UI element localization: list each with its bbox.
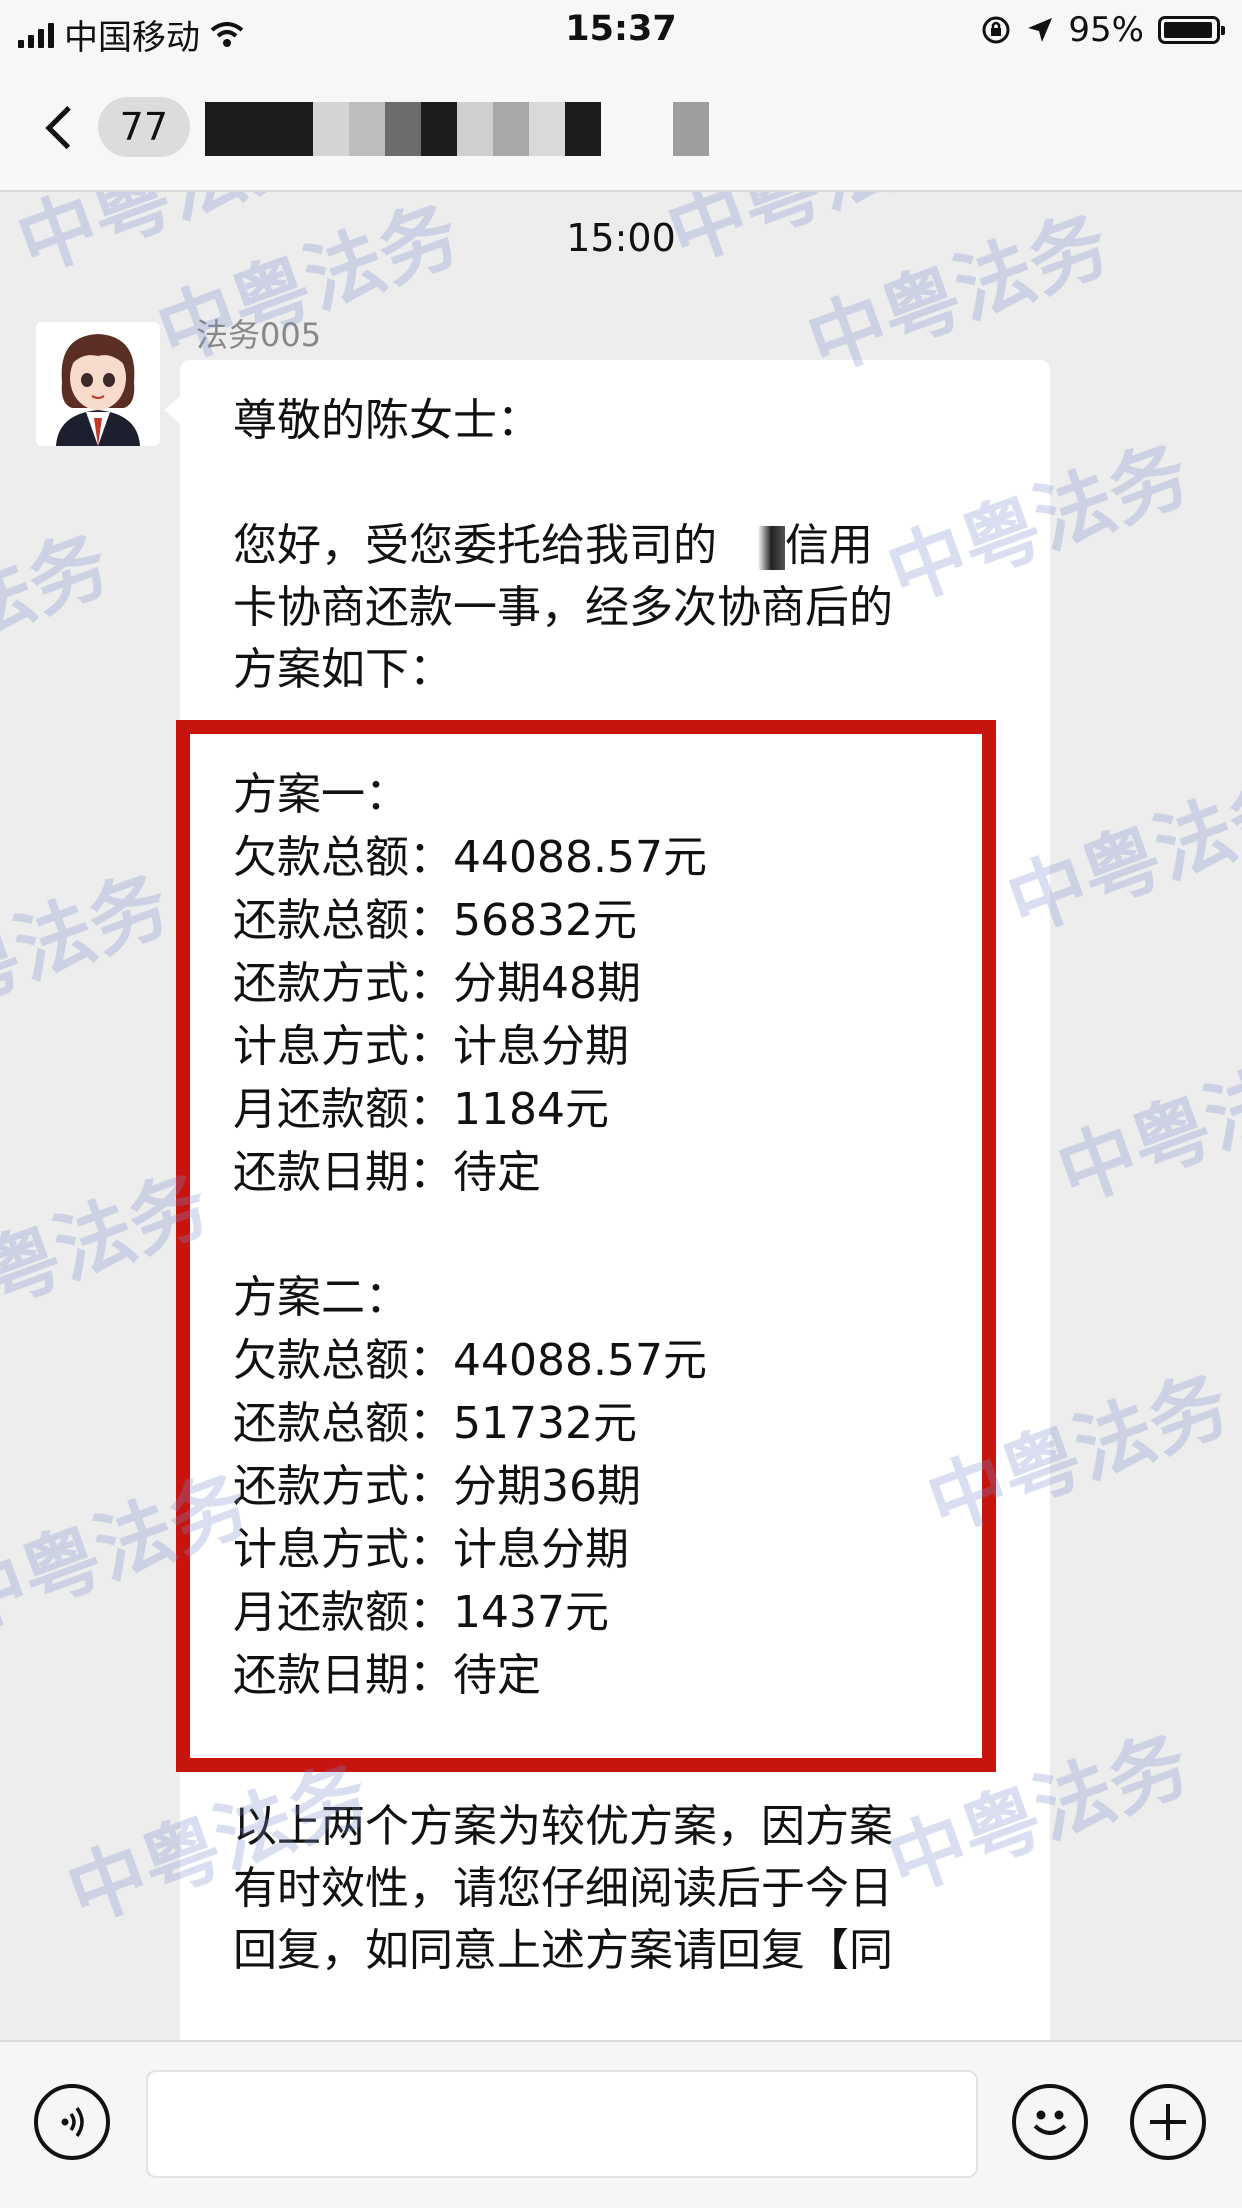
- intro-line-1-text: 您好，受您委托给我司的: [233, 520, 717, 571]
- watermark: 中粤法务: [0, 858, 181, 1051]
- rotation-lock-icon: [982, 16, 1010, 44]
- location-arrow-icon: [1028, 18, 1053, 42]
- wechat-chat-screen: 中国移动 15:37 95% 77 15:00 法务005 尊敬的陈女士： 您好…: [0, 0, 1242, 2208]
- message-input[interactable]: [146, 2070, 978, 2178]
- chevron-left-icon: [45, 105, 89, 149]
- more-actions-button[interactable]: [1130, 2084, 1206, 2160]
- battery-percent: 95%: [1068, 10, 1144, 50]
- nav-bar: 77: [0, 62, 1242, 192]
- closing-line-3: 回复，如同意上述方案请回复【同: [233, 1925, 893, 1976]
- unread-count-badge: 77: [97, 97, 190, 157]
- battery-icon: [1158, 16, 1225, 44]
- intro-line-1-end: 信用: [785, 520, 873, 571]
- greeting-line: 尊敬的陈女士：: [233, 395, 541, 446]
- message-timestamp: 15:00: [566, 216, 676, 260]
- battery-fill: [1164, 22, 1212, 38]
- redacted-bank-name: [717, 526, 785, 570]
- chat-messages-area[interactable]: 15:00 法务005 尊敬的陈女士： 您好，受您委托给我司的 信用 卡协商还款一…: [0, 192, 1242, 2040]
- voice-icon: [61, 2106, 84, 2138]
- closing-line-2: 有时效性，请您仔细阅读后于今日: [233, 1863, 893, 1914]
- watermark: 中粤法务: [1046, 1028, 1242, 1221]
- status-bar: 中国移动 15:37 95%: [0, 0, 1242, 62]
- sender-name: 法务005: [196, 316, 322, 354]
- avatar-illustration: [36, 322, 160, 446]
- intro-line-3: 方案如下：: [233, 644, 453, 695]
- emoji-button[interactable]: [1012, 2084, 1088, 2160]
- emoji-icon: [1033, 2110, 1067, 2135]
- chat-title-redacted: [205, 102, 709, 156]
- back-button[interactable]: 77: [40, 92, 190, 162]
- input-bar: [0, 2040, 1242, 2208]
- sender-avatar[interactable]: [36, 322, 160, 446]
- closing-line-1: 以上两个方案为较优方案，因方案: [233, 1801, 893, 1852]
- intro-line-2: 卡协商还款一事，经多次协商后的: [233, 582, 893, 633]
- status-right: 95%: [980, 10, 1225, 50]
- watermark: 中粤法务: [0, 518, 121, 711]
- plans-highlight-frame: [176, 720, 996, 1772]
- intro-line-1: 您好，受您委托给我司的 信用: [233, 515, 873, 577]
- voice-input-button[interactable]: [34, 2084, 110, 2160]
